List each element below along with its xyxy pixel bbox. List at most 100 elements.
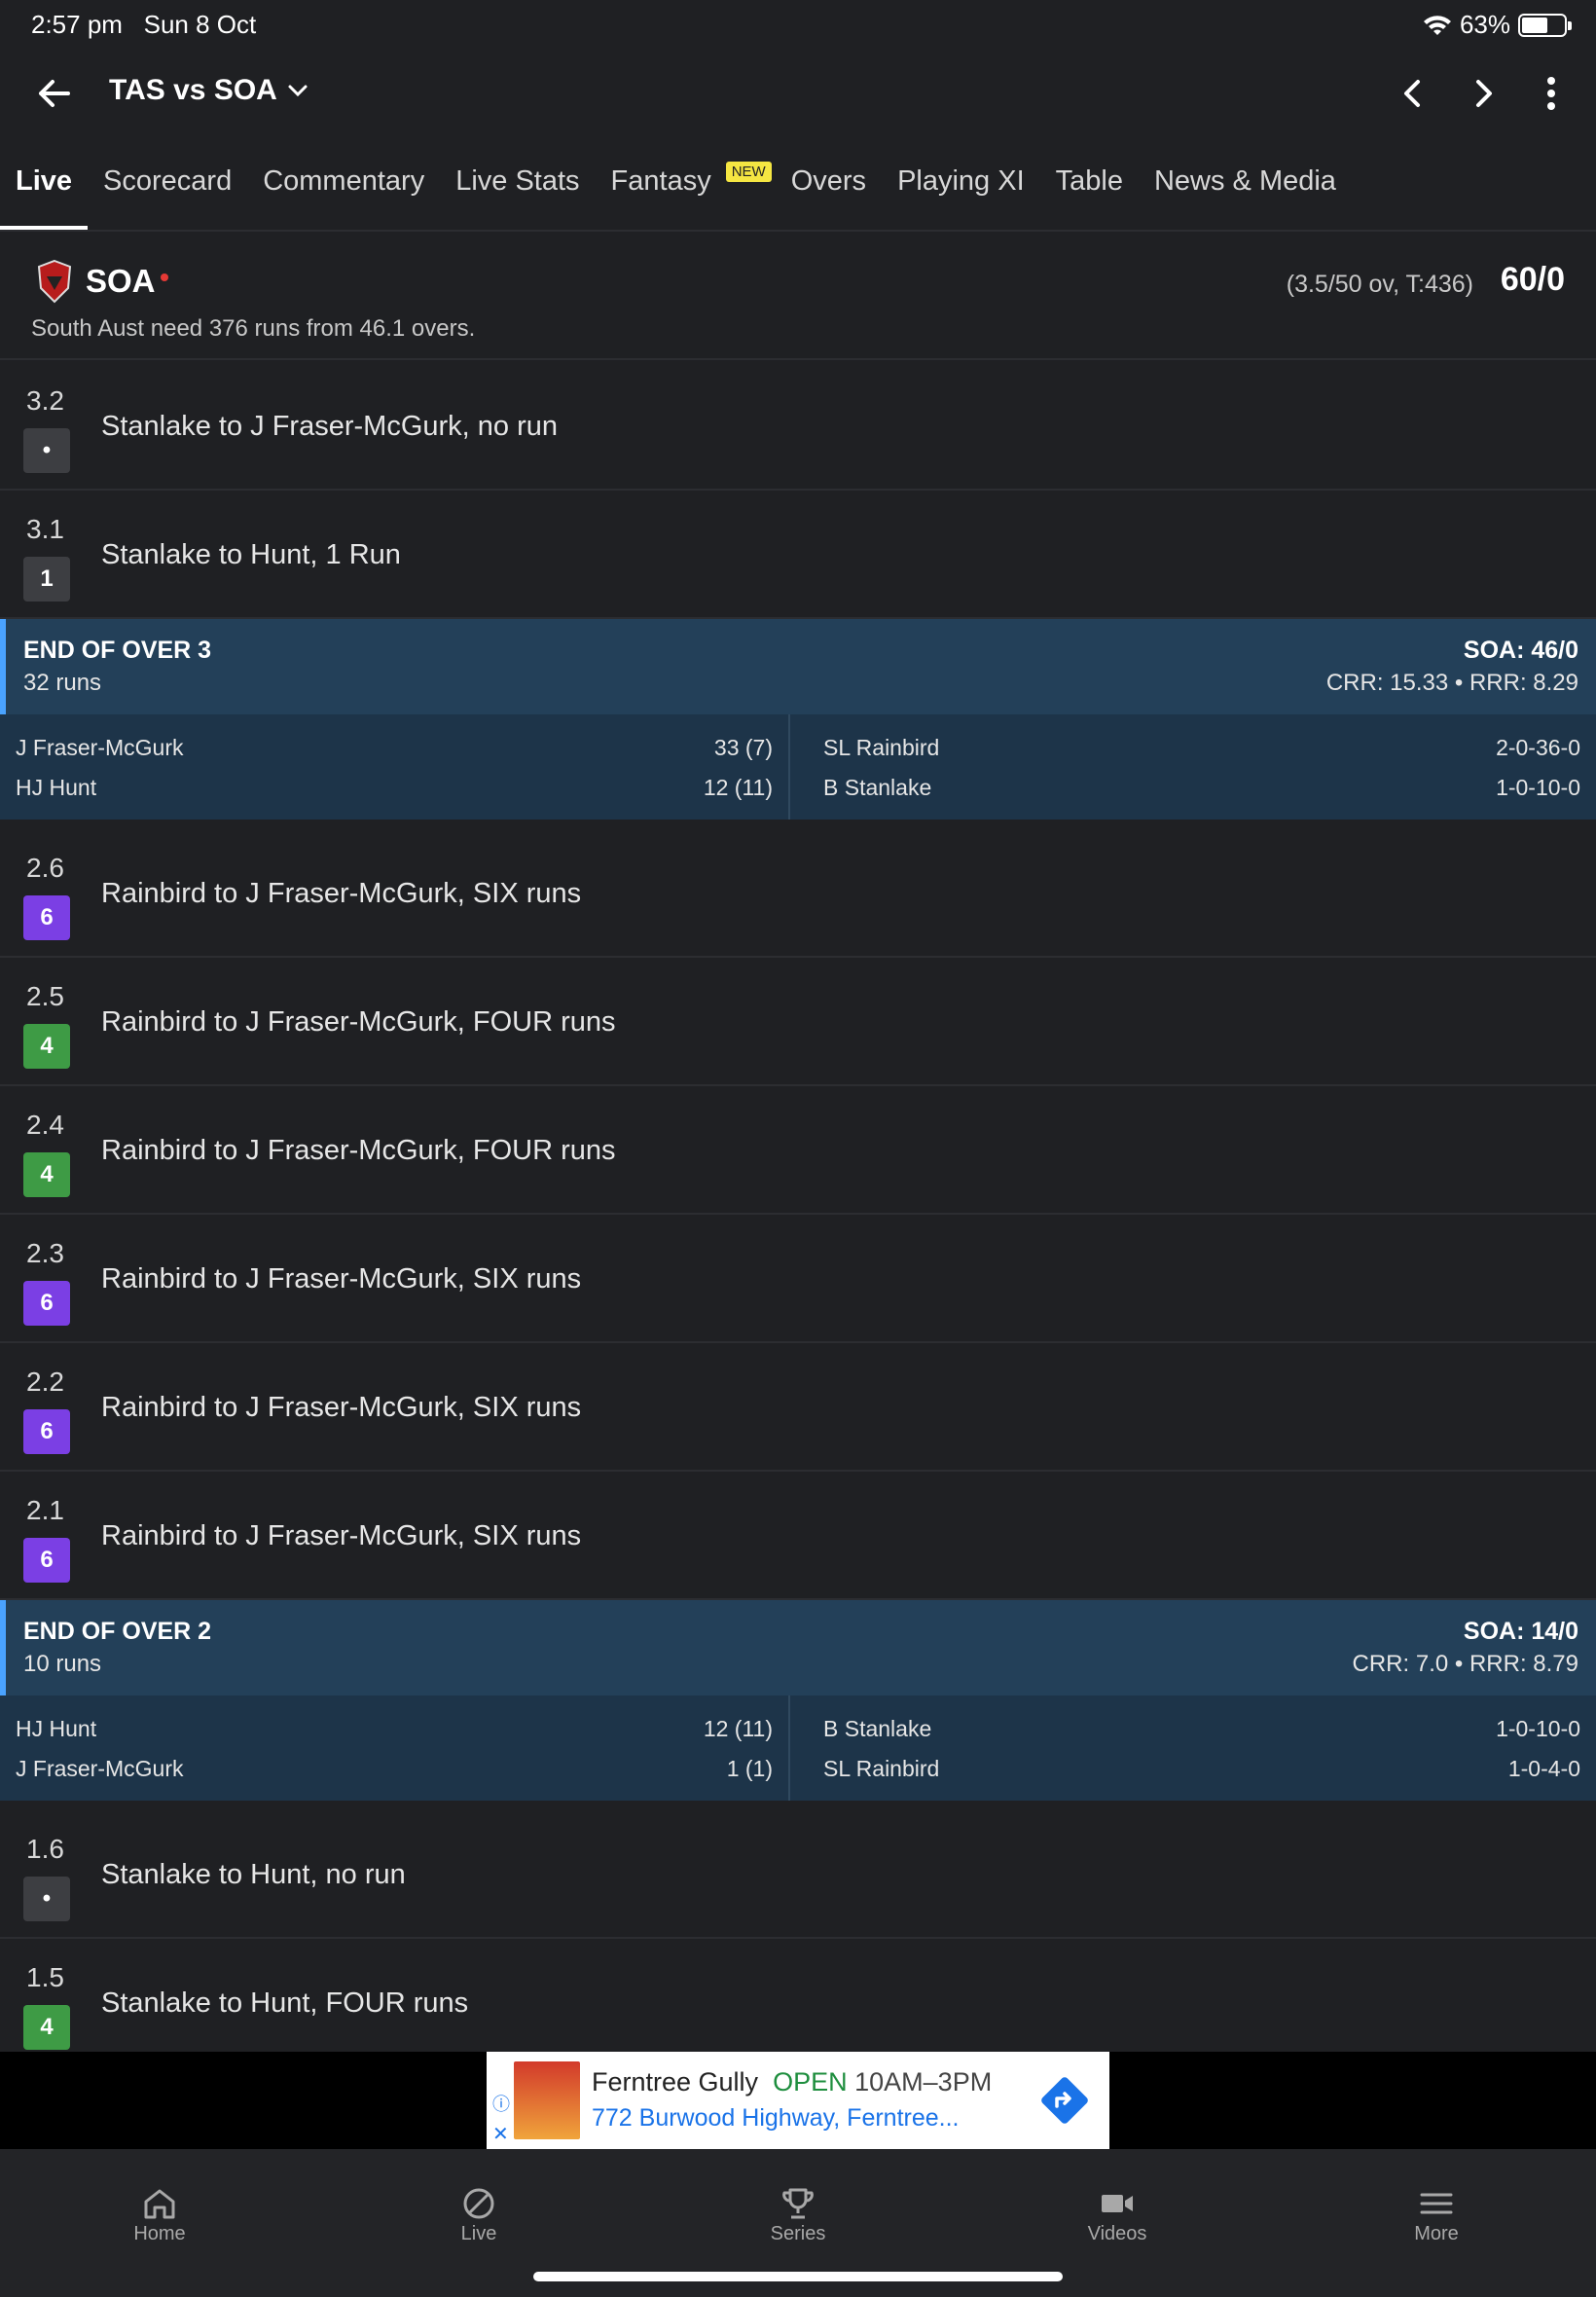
tab-scorecard[interactable]: Scorecard xyxy=(88,156,247,230)
ball-commentary: Stanlake to Hunt, 1 Run xyxy=(101,539,401,570)
ball-result-badge: 4 xyxy=(23,2005,70,2050)
over-runs: 32 runs xyxy=(23,670,102,696)
tab-playing-xi[interactable]: Playing XI xyxy=(882,156,1040,230)
ball-commentary: Rainbird to J Fraser-McGurk, SIX runs xyxy=(101,878,582,909)
ball-row[interactable]: 2.4 4 Rainbird to J Fraser-McGurk, FOUR ru… xyxy=(0,1086,1596,1215)
ad-banner: ⓘ ✕ Ferntree Gully OPEN 10AM–3PM 772 Bur… xyxy=(0,2052,1596,2149)
ball-number: 3.2 xyxy=(26,385,64,416)
ball-number: 2.1 xyxy=(26,1495,64,1525)
batters: J Fraser-McGurk 33 (7) HJ Hunt 12 (11) xyxy=(0,714,790,820)
tab-overs[interactable]: Overs xyxy=(776,156,882,230)
bottom-navigation: Home Live Series Videos More xyxy=(0,2149,1596,2297)
bowler-row: B Stanlake 1-0-10-0 xyxy=(823,775,1580,800)
over-score: SOA: 46/0 xyxy=(1463,637,1578,664)
team-score: 60/0 xyxy=(1500,261,1565,298)
ball-row[interactable]: 1.5 4 Stanlake to Hunt, FOUR runs xyxy=(0,1939,1596,2052)
home-indicator[interactable] xyxy=(533,2272,1063,2281)
back-arrow-icon[interactable] xyxy=(29,72,80,115)
ad-close-icon[interactable]: ✕ xyxy=(492,2122,509,2146)
directions-icon[interactable] xyxy=(1037,2073,1092,2128)
tab-fantasy[interactable]: Fantasy NEW xyxy=(596,156,772,230)
ball-commentary: Rainbird to J Fraser-McGurk, FOUR runs xyxy=(101,1006,616,1038)
ad-hours: 10AM–3PM xyxy=(854,2067,993,2096)
tab-news-media[interactable]: News & Media xyxy=(1139,156,1352,230)
overs-target: (3.5/50 ov, T:436) xyxy=(1286,271,1473,298)
ball-number: 1.5 xyxy=(26,1962,64,1992)
bowler-row: B Stanlake 1-0-10-0 xyxy=(823,1716,1580,1741)
bowler-row: SL Rainbird 1-0-4-0 xyxy=(823,1756,1580,1781)
ball-commentary: Rainbird to J Fraser-McGurk, FOUR runs xyxy=(101,1135,616,1166)
batter-row: HJ Hunt 12 (11) xyxy=(16,1716,773,1741)
run-rates: CRR: 15.33 • RRR: 8.29 xyxy=(1325,670,1578,696)
tab-commentary[interactable]: Commentary xyxy=(247,156,440,230)
ball-result-badge: 4 xyxy=(23,1152,70,1197)
tab-table[interactable]: Table xyxy=(1040,156,1139,230)
status-time: 2:57 pm Sun 8 Oct xyxy=(31,10,257,39)
team-name: SOA xyxy=(86,263,156,299)
ball-number: 2.2 xyxy=(26,1367,64,1397)
over-score: SOA: 14/0 xyxy=(1463,1618,1578,1645)
ball-number: 1.6 xyxy=(26,1834,64,1864)
nav-home[interactable]: Home xyxy=(0,2149,319,2297)
ball-commentary: Rainbird to J Fraser-McGurk, SIX runs xyxy=(101,1520,582,1551)
nav-label: Home xyxy=(133,2223,186,2244)
team-logo xyxy=(37,259,72,304)
live-icon xyxy=(463,2188,494,2219)
batter-row: HJ Hunt 12 (11) xyxy=(16,775,773,800)
match-tabs: Live Scorecard Commentary Live Stats Fan… xyxy=(0,156,1596,232)
ad-content[interactable]: ⓘ ✕ Ferntree Gully OPEN 10AM–3PM 772 Bur… xyxy=(487,2052,1109,2149)
nav-more[interactable]: More xyxy=(1277,2149,1596,2297)
ball-row[interactable]: 2.5 4 Rainbird to J Fraser-McGurk, FOUR ru… xyxy=(0,958,1596,1086)
over-title: END OF OVER 3 xyxy=(23,637,212,664)
new-badge: NEW xyxy=(725,162,772,182)
wifi-icon xyxy=(1423,15,1451,35)
bowlers: B Stanlake 1-0-10-0 SL Rainbird 1-0-4-0 xyxy=(790,1695,1596,1801)
tab-live-stats[interactable]: Live Stats xyxy=(440,156,595,230)
ball-result-badge: 4 xyxy=(23,1024,70,1069)
over-summary-3: END OF OVER 3 32 runs SOA: 46/0 CRR: 15.… xyxy=(0,619,1596,820)
nav-label: Live xyxy=(460,2223,497,2244)
next-match-icon[interactable] xyxy=(1462,72,1505,115)
ad-info-icon[interactable]: ⓘ xyxy=(492,2091,510,2116)
ball-row[interactable]: 1.6 • Stanlake to Hunt, no run xyxy=(0,1810,1596,1939)
batter-row: J Fraser-McGurk 1 (1) xyxy=(16,1756,773,1781)
ball-result-badge: 6 xyxy=(23,895,70,940)
ball-row[interactable]: 2.3 6 Rainbird to J Fraser-McGurk, SIX run… xyxy=(0,1215,1596,1343)
battery-icon xyxy=(1518,13,1572,37)
ball-row[interactable]: 3.1 1 Stanlake to Hunt, 1 Run xyxy=(0,491,1596,619)
ad-open-status: OPEN xyxy=(773,2067,848,2096)
menu-icon xyxy=(1420,2193,1453,2214)
ball-row[interactable]: 3.2 • Stanlake to J Fraser-McGurk, no run xyxy=(0,362,1596,491)
match-title: TAS vs SOA xyxy=(109,74,277,106)
required-runs-text: South Aust need 376 runs from 46.1 overs… xyxy=(31,315,476,342)
more-options-icon[interactable] xyxy=(1530,72,1573,115)
ball-result-badge: 6 xyxy=(23,1538,70,1583)
previous-match-icon[interactable] xyxy=(1392,72,1434,115)
bowler-row: SL Rainbird 2-0-36-0 xyxy=(823,735,1580,760)
ball-number: 2.3 xyxy=(26,1238,64,1268)
chevron-down-icon xyxy=(288,85,308,97)
ball-row[interactable]: 2.2 6 Rainbird to J Fraser-McGurk, SIX run… xyxy=(0,1343,1596,1472)
nav-label: Series xyxy=(770,2223,826,2244)
ad-address: 772 Burwood Highway, Ferntree... xyxy=(592,2104,960,2132)
over-runs: 10 runs xyxy=(23,1651,102,1677)
ball-result-badge: 1 xyxy=(23,557,70,602)
trophy-icon xyxy=(782,2188,814,2219)
ball-result-badge: • xyxy=(23,428,70,473)
ball-row[interactable]: 2.1 6 Rainbird to J Fraser-McGurk, SIX run… xyxy=(0,1472,1596,1600)
tab-live[interactable]: Live xyxy=(0,156,89,230)
ball-row[interactable]: 2.6 6 Rainbird to J Fraser-McGurk, SIX run… xyxy=(0,829,1596,958)
ball-result-badge: 6 xyxy=(23,1281,70,1326)
ball-result-badge: 6 xyxy=(23,1409,70,1454)
ad-image xyxy=(514,2061,580,2139)
ball-commentary: Rainbird to J Fraser-McGurk, SIX runs xyxy=(101,1392,582,1423)
ball-number: 2.6 xyxy=(26,853,64,883)
batters: HJ Hunt 12 (11) J Fraser-McGurk 1 (1) xyxy=(0,1695,790,1801)
app-header: TAS vs SOA xyxy=(0,58,1596,128)
nav-label: Videos xyxy=(1087,2223,1147,2244)
score-summary: SOA (3.5/50 ov, T:436) 60/0 South Aust n… xyxy=(0,234,1596,360)
ball-commentary: Stanlake to J Fraser-McGurk, no run xyxy=(101,411,558,442)
status-bar: 2:57 pm Sun 8 Oct 63% xyxy=(0,0,1596,49)
match-selector[interactable]: TAS vs SOA xyxy=(109,74,308,107)
ball-number: 2.5 xyxy=(26,981,64,1011)
